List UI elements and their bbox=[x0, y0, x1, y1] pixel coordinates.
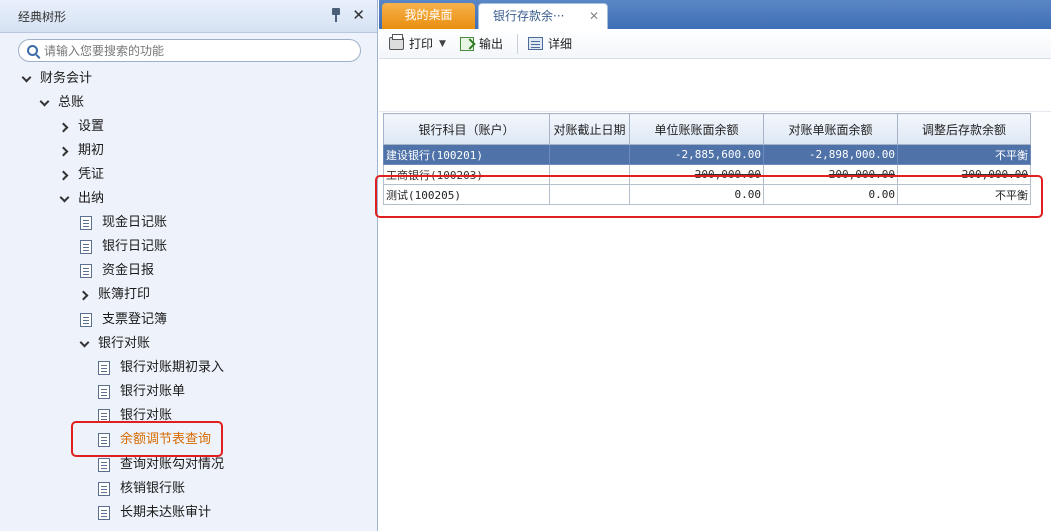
table-cell[interactable]: -2,885,600.00 bbox=[629, 144, 764, 165]
document-icon bbox=[80, 216, 92, 230]
column-header[interactable]: 对账单账面余额 bbox=[763, 113, 898, 145]
column-header[interactable]: 调整后存款余额 bbox=[897, 113, 1031, 145]
table-cell[interactable]: 建设银行(100201) bbox=[383, 144, 550, 165]
tree-item-check-register[interactable]: 支票登记簿 bbox=[80, 309, 167, 331]
export-button[interactable]: 输出 bbox=[459, 35, 503, 52]
tree-item-fund-daily-report[interactable]: 资金日报 bbox=[80, 260, 154, 282]
tree-item-bank-journal[interactable]: 银行日记账 bbox=[80, 236, 167, 258]
chevron-right-icon[interactable] bbox=[80, 290, 90, 300]
document-icon bbox=[98, 361, 110, 375]
panel-header: 经典树形 ✕ bbox=[0, 0, 377, 33]
document-icon bbox=[98, 385, 110, 399]
tab-bank-deposit-balance[interactable]: 银行存款余··· ✕ bbox=[478, 3, 608, 29]
chevron-right-icon[interactable] bbox=[60, 170, 70, 180]
chevron-down-icon[interactable] bbox=[22, 74, 32, 84]
search-icon bbox=[27, 45, 38, 56]
column-header[interactable]: 对账截止日期 bbox=[549, 113, 630, 145]
export-label: 输出 bbox=[478, 37, 503, 51]
document-icon bbox=[98, 458, 110, 472]
tree-item-query-recon-status[interactable]: 查询对账勾对情况 bbox=[98, 454, 224, 476]
printer-icon bbox=[389, 34, 404, 50]
highlight-box bbox=[71, 421, 223, 457]
chevron-right-icon[interactable] bbox=[60, 122, 70, 132]
export-icon bbox=[459, 36, 474, 51]
content-panel: 我的桌面 银行存款余··· ✕ 打印 ▼ 输出 详细 银行科目（账户） 对账截止… bbox=[375, 0, 1051, 531]
highlight-box bbox=[375, 175, 1043, 218]
table-row[interactable]: 建设银行(100201) -2,885,600.00 -2,898,000.00… bbox=[383, 144, 1031, 165]
column-header[interactable]: 单位账账面余额 bbox=[629, 113, 764, 145]
table-cell[interactable]: -2,898,000.00 bbox=[763, 144, 898, 165]
chevron-down-icon[interactable] bbox=[80, 339, 90, 349]
close-icon[interactable]: ✕ bbox=[352, 8, 365, 23]
print-label: 打印 bbox=[409, 37, 434, 51]
tree-item-label: 支票登记簿 bbox=[102, 312, 168, 327]
tree-item-label: 长期未达账审计 bbox=[120, 505, 212, 520]
tree-item-label: 期初 bbox=[78, 143, 105, 158]
tree-item-label: 账簿打印 bbox=[98, 287, 151, 302]
tab-label: 我的桌面 bbox=[404, 8, 453, 22]
document-icon bbox=[80, 264, 92, 278]
document-icon bbox=[80, 240, 92, 254]
close-icon[interactable]: ✕ bbox=[589, 4, 599, 28]
table-cell[interactable]: 不平衡 bbox=[897, 144, 1031, 165]
tree-item-label: 查询对账勾对情况 bbox=[120, 457, 225, 472]
pin-icon[interactable] bbox=[330, 8, 342, 22]
print-button[interactable]: 打印 ▼ bbox=[389, 34, 446, 52]
tree-item-write-off-bank[interactable]: 核销银行账 bbox=[98, 478, 185, 500]
tree-item-opening[interactable]: 期初 bbox=[60, 140, 104, 162]
tree-item-label: 财务会计 bbox=[40, 71, 93, 86]
tree-item-recon-opening-entry[interactable]: 银行对账期初录入 bbox=[98, 357, 224, 379]
document-icon bbox=[98, 482, 110, 496]
table-cell[interactable] bbox=[549, 144, 630, 165]
tree-item-label: 核销银行账 bbox=[120, 481, 186, 496]
tree-item-voucher[interactable]: 凭证 bbox=[60, 164, 104, 186]
table-header-row: 银行科目（账户） 对账截止日期 单位账账面余额 对账单账面余额 调整后存款余额 bbox=[383, 113, 1031, 145]
navigation-panel: 经典树形 ✕ 财务会计 总账 设置 期初 凭证 出纳 现金日记账 银行日记账 bbox=[0, 0, 378, 531]
tree-item-label: 总账 bbox=[58, 95, 85, 110]
tree-item-label: 凭证 bbox=[78, 167, 105, 182]
detail-label: 详细 bbox=[547, 37, 572, 51]
tree-item-bank-statement[interactable]: 银行对账单 bbox=[98, 381, 185, 403]
tree-item-long-outstanding-audit[interactable]: 长期未达账审计 bbox=[98, 502, 211, 524]
document-icon bbox=[80, 313, 92, 327]
chevron-down-icon[interactable] bbox=[40, 98, 50, 108]
tree-item-ledger-print[interactable]: 账簿打印 bbox=[80, 284, 150, 306]
tree-item-cash-journal[interactable]: 现金日记账 bbox=[80, 212, 167, 234]
tree-item-cashier[interactable]: 出纳 bbox=[60, 188, 104, 210]
document-icon bbox=[98, 506, 110, 520]
tab-bar: 我的桌面 银行存款余··· ✕ bbox=[379, 0, 1051, 29]
tree-item-label: 银行对账单 bbox=[120, 384, 186, 399]
search-box[interactable] bbox=[18, 39, 361, 62]
tab-label: 银行存款余··· bbox=[493, 9, 565, 23]
tree-item-bank-reconciliation[interactable]: 银行对账 bbox=[80, 333, 150, 355]
tree-item-label: 设置 bbox=[78, 119, 105, 134]
tree-item-label: 出纳 bbox=[78, 191, 105, 206]
filter-area bbox=[379, 59, 1051, 112]
panel-title: 经典树形 bbox=[18, 9, 67, 24]
tree-item-general-ledger[interactable]: 总账 bbox=[40, 92, 84, 114]
tree-item-settings[interactable]: 设置 bbox=[60, 116, 104, 138]
tree-item-label: 银行日记账 bbox=[102, 239, 168, 254]
detail-icon bbox=[527, 37, 543, 50]
tree-item-label: 现金日记账 bbox=[102, 215, 168, 230]
chevron-right-icon[interactable] bbox=[60, 146, 70, 156]
tree-item-label: 银行对账期初录入 bbox=[120, 360, 225, 375]
toolbar-divider bbox=[516, 33, 518, 54]
tree-item-label: 银行对账 bbox=[98, 336, 151, 351]
search-input[interactable] bbox=[44, 43, 344, 58]
column-header[interactable]: 银行科目（账户） bbox=[383, 113, 550, 145]
tree-item-financial-accounting[interactable]: 财务会计 bbox=[22, 68, 92, 90]
toolbar: 打印 ▼ 输出 详细 bbox=[379, 29, 1051, 59]
chevron-down-icon[interactable] bbox=[60, 194, 70, 204]
detail-button[interactable]: 详细 bbox=[527, 35, 572, 52]
tree-item-label: 资金日报 bbox=[102, 263, 155, 278]
tab-my-desktop[interactable]: 我的桌面 bbox=[382, 3, 475, 29]
caret-down-icon[interactable]: ▼ bbox=[439, 39, 446, 49]
